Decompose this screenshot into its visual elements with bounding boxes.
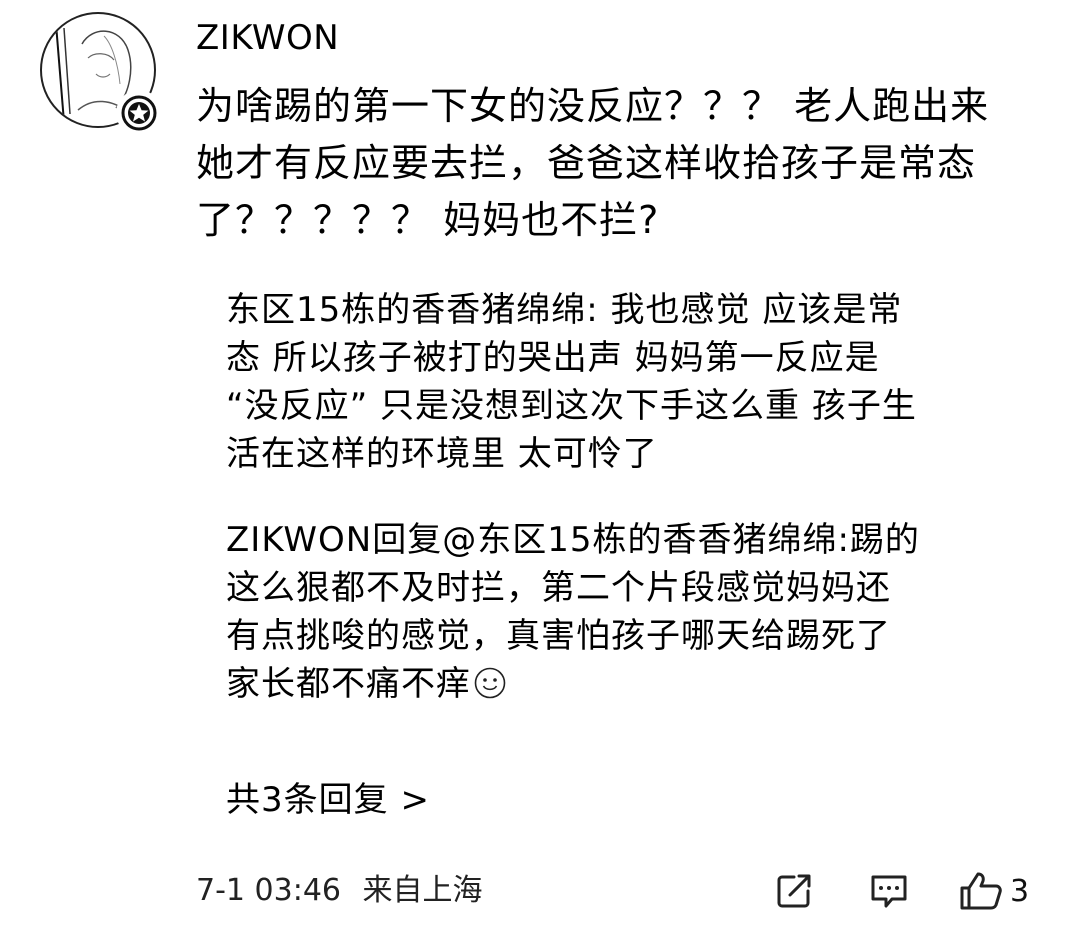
comment-text-line: 为啥踢的第一下女的没反应？？？ 老人跑出来 — [196, 84, 990, 128]
smile-emoji-icon — [473, 665, 507, 699]
comment-button[interactable] — [868, 866, 910, 916]
reply-text-line: “没反应” 只是没想到这次下手这么重 孩子生 — [226, 386, 917, 426]
reply-text-line: 有点挑唆的感觉，真害怕孩子哪天给踢死了 — [226, 616, 891, 656]
share-button[interactable] — [774, 866, 814, 916]
comment-time: 7-1 03:46 — [196, 873, 341, 908]
reply-text-line: 这么狠都不及时拦，第二个片段感觉妈妈还 — [226, 568, 891, 608]
like-count: 3 — [1010, 873, 1030, 909]
share-icon — [777, 874, 811, 908]
comment-meta: 7-1 03:46 来自上海 — [196, 866, 483, 916]
reply-list: 东区15栋的香香猪绵绵: 我也感觉 应该是常 态 所以孩子被打的哭出声 妈妈第一… — [226, 286, 1026, 746]
reply-item[interactable]: 东区15栋的香香猪绵绵: 我也感觉 应该是常 态 所以孩子被打的哭出声 妈妈第一… — [226, 286, 1026, 478]
reply-text-line: 家长都不痛不痒 — [226, 664, 471, 704]
thumbs-up-icon — [960, 872, 1002, 910]
comment-text: 为啥踢的第一下女的没反应？？？ 老人跑出来 她才有反应要去拦，爸爸这样收拾孩子是… — [196, 78, 1056, 249]
comment-location: 来自上海 — [362, 873, 483, 908]
comment-text-line: 她才有反应要去拦，爸爸这样收拾孩子是常态 — [196, 141, 977, 185]
reply-text-line-last: 家长都不痛不痒 — [226, 660, 1026, 708]
reply-text-line: 活在这样的环境里 太可怜了 — [226, 434, 658, 474]
like-button[interactable]: 3 — [958, 866, 1029, 916]
reply-text-line: 态 所以孩子被打的哭出声 妈妈第一反应是 — [226, 338, 880, 378]
star-badge-icon — [116, 90, 162, 136]
reply-text-line: ZIKWON回复@东区15栋的香香猪绵绵:踢的 — [226, 520, 920, 560]
view-more-replies-link[interactable]: 共3条回复 > — [226, 776, 430, 824]
comment-username[interactable]: ZIKWON — [196, 16, 339, 60]
reply-text-line: 东区15栋的香香猪绵绵: 我也感觉 应该是常 — [226, 290, 903, 330]
comment-icon — [871, 875, 907, 908]
comment-text-line: 了？？？？？ 妈妈也不拦? — [196, 198, 660, 242]
reply-item[interactable]: ZIKWON回复@东区15栋的香香猪绵绵:踢的 这么狠都不及时拦，第二个片段感觉… — [226, 516, 1026, 708]
